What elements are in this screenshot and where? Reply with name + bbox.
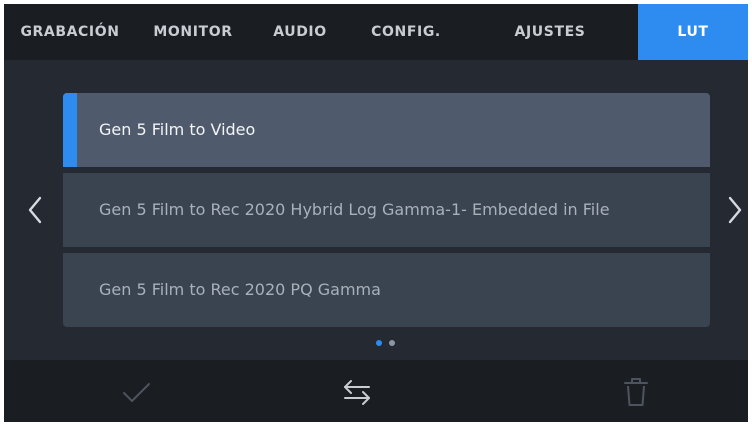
- swap-lut-button[interactable]: [337, 372, 377, 412]
- lut-screen: GRABACIÓN MONITOR AUDIO CONFIG. AJUSTES …: [4, 4, 748, 422]
- chevron-right-icon: [728, 196, 742, 224]
- tab-monitor[interactable]: MONITOR: [136, 4, 250, 60]
- lut-list-item[interactable]: Gen 5 Film to Rec 2020 PQ Gamma: [63, 253, 710, 327]
- delete-lut-button[interactable]: [616, 372, 656, 412]
- selection-indicator: [63, 93, 77, 167]
- lut-list-item[interactable]: Gen 5 Film to Rec 2020 Hybrid Log Gamma-…: [63, 173, 710, 247]
- tab-config[interactable]: CONFIG.: [350, 4, 462, 60]
- checkmark-icon: [123, 383, 150, 402]
- next-page-button[interactable]: [722, 190, 748, 230]
- apply-lut-button[interactable]: [116, 372, 156, 412]
- lut-item-label: Gen 5 Film to Rec 2020 PQ Gamma: [99, 280, 381, 299]
- lut-item-label: Gen 5 Film to Rec 2020 Hybrid Log Gamma-…: [99, 200, 610, 219]
- tab-ajustes[interactable]: AJUSTES: [462, 4, 638, 60]
- chevron-left-icon: [28, 196, 42, 224]
- page-dot: [389, 340, 395, 346]
- lut-list-item-selected[interactable]: Gen 5 Film to Video: [63, 93, 710, 167]
- page-dot-active: [376, 340, 382, 346]
- lut-item-label: Gen 5 Film to Video: [99, 120, 256, 139]
- tab-bar: GRABACIÓN MONITOR AUDIO CONFIG. AJUSTES …: [4, 4, 748, 60]
- previous-page-button[interactable]: [22, 190, 48, 230]
- tab-grabacion[interactable]: GRABACIÓN: [4, 4, 136, 60]
- bottom-toolbar: [4, 360, 748, 422]
- trash-icon: [624, 378, 648, 406]
- tab-audio[interactable]: AUDIO: [250, 4, 350, 60]
- lut-list: Gen 5 Film to Video Gen 5 Film to Rec 20…: [63, 93, 710, 327]
- swap-arrows-icon: [344, 380, 370, 405]
- tab-lut[interactable]: LUT: [638, 4, 748, 60]
